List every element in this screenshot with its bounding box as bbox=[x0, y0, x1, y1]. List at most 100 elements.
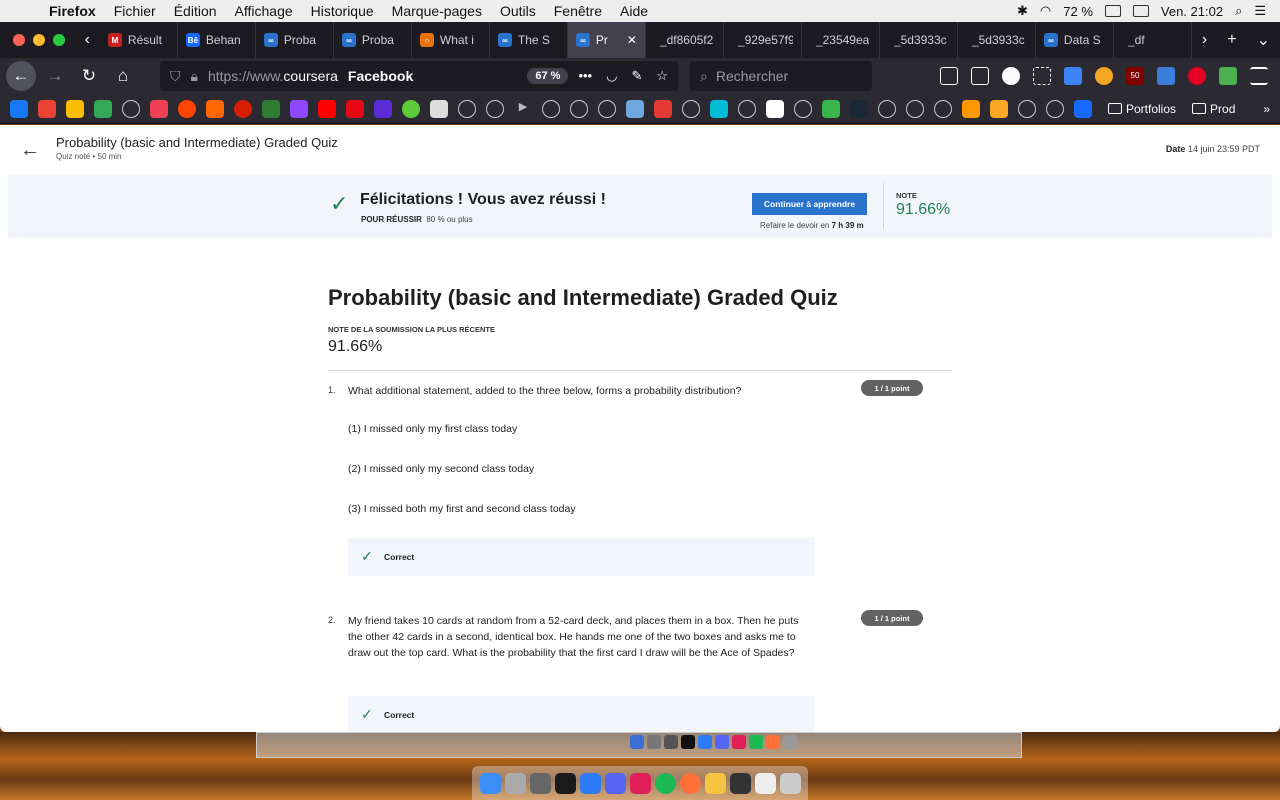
url-bar[interactable]: ⛉ 🔒︎ https://www.coursera Facebook 67 % … bbox=[160, 61, 678, 91]
bluetooth-icon[interactable]: ✱ bbox=[1017, 3, 1028, 19]
menu-historique[interactable]: Historique bbox=[302, 3, 383, 19]
lock-icon[interactable]: 🔒︎ bbox=[191, 68, 198, 85]
bookmark-globe-icon[interactable] bbox=[878, 99, 896, 118]
wifi-icon[interactable]: ◠ bbox=[1040, 3, 1051, 19]
sidebar-icon[interactable] bbox=[971, 67, 989, 85]
tab-10[interactable]: _5d3933c bbox=[880, 22, 958, 58]
menu-fichier[interactable]: Fichier bbox=[105, 3, 165, 19]
bookmark-behance-icon[interactable] bbox=[1074, 99, 1092, 118]
bookmark-steam-icon[interactable] bbox=[850, 99, 868, 118]
documents-icon[interactable] bbox=[754, 772, 776, 794]
launchpad-icon[interactable] bbox=[504, 772, 526, 794]
bookmark-globe-icon[interactable] bbox=[934, 99, 952, 118]
reload-button[interactable]: ↻ bbox=[74, 61, 104, 91]
tab-5[interactable]: ∞ The S bbox=[490, 22, 568, 58]
bookmark-drive-icon[interactable] bbox=[94, 99, 112, 118]
menu-affichage[interactable]: Affichage bbox=[226, 3, 302, 19]
maximize-window-icon[interactable] bbox=[53, 34, 65, 46]
bookmark-purple-icon[interactable] bbox=[374, 99, 392, 118]
app-store-icon[interactable] bbox=[579, 772, 601, 794]
bookmark-globe-icon[interactable] bbox=[1018, 99, 1036, 118]
close-tab-icon[interactable]: ✕ bbox=[627, 33, 637, 47]
firefox-icon[interactable] bbox=[679, 772, 701, 794]
discord-icon[interactable] bbox=[604, 772, 626, 794]
tab-0[interactable]: M Résult bbox=[100, 22, 178, 58]
ublock-extension-icon[interactable]: 50 bbox=[1126, 67, 1144, 85]
menu-marque-pages[interactable]: Marque-pages bbox=[383, 3, 491, 19]
bookmark-star-icon[interactable]: ☆ bbox=[656, 68, 668, 84]
bookmark-star-green-icon[interactable] bbox=[262, 99, 280, 118]
pinterest-extension-icon[interactable] bbox=[1188, 67, 1206, 85]
list-all-tabs-chevron-icon[interactable]: ⌄ bbox=[1247, 30, 1280, 50]
slack-icon[interactable] bbox=[732, 735, 746, 749]
discord-icon[interactable] bbox=[715, 735, 729, 749]
minimize-window-icon[interactable] bbox=[33, 34, 45, 46]
bookmark-youtube-icon[interactable] bbox=[318, 99, 336, 118]
search-bar[interactable]: ⌕ Rechercher bbox=[690, 61, 872, 91]
launchpad-icon[interactable] bbox=[647, 735, 661, 749]
library-icon[interactable] bbox=[940, 67, 958, 85]
tab-8[interactable]: _929e57f9 bbox=[724, 22, 802, 58]
control-center-icon[interactable]: ☰ bbox=[1254, 3, 1266, 19]
bookmark-globe-icon[interactable] bbox=[542, 99, 560, 118]
bookmark-square-icon[interactable] bbox=[710, 99, 728, 118]
pocket-icon[interactable]: ◡ bbox=[606, 68, 617, 84]
bookmark-globe-icon[interactable] bbox=[906, 99, 924, 118]
tab-13[interactable]: _df bbox=[1114, 22, 1192, 58]
bookmark-red-circle-icon[interactable] bbox=[234, 99, 252, 118]
bookmark-stripes-icon[interactable] bbox=[990, 99, 1008, 118]
tracking-shield-icon[interactable]: ⛉ bbox=[170, 68, 181, 85]
spotify-icon[interactable] bbox=[749, 735, 763, 749]
trash-icon[interactable] bbox=[779, 772, 801, 794]
bookmark-folder-prod[interactable]: Prod bbox=[1192, 102, 1235, 116]
bookmark-globe-icon[interactable] bbox=[794, 99, 812, 118]
menu-aide[interactable]: Aide bbox=[611, 3, 657, 19]
tab-1[interactable]: Bē Behan bbox=[178, 22, 256, 58]
bookmark-orange-icon[interactable] bbox=[962, 99, 980, 118]
terminal-icon[interactable] bbox=[681, 735, 695, 749]
tab-4[interactable]: ○ What i bbox=[412, 22, 490, 58]
settings-icon[interactable] bbox=[664, 735, 678, 749]
finder-icon[interactable] bbox=[630, 735, 644, 749]
downloads-icon[interactable] bbox=[704, 772, 726, 794]
bookmark-globe-icon[interactable] bbox=[738, 99, 756, 118]
forward-button[interactable]: → bbox=[40, 61, 70, 91]
bookmark-folder-portfolios[interactable]: Portfolios bbox=[1108, 102, 1176, 116]
menu-edition[interactable]: Édition bbox=[165, 3, 226, 19]
bookmark-photo-icon[interactable] bbox=[430, 99, 448, 118]
bookmark-globe-icon[interactable] bbox=[682, 99, 700, 118]
back-arrow-icon[interactable]: ← bbox=[20, 139, 40, 162]
account-icon[interactable] bbox=[1002, 67, 1020, 85]
bookmark-reddit-icon[interactable] bbox=[178, 99, 196, 118]
battery-percent[interactable]: 72 % bbox=[1063, 4, 1093, 19]
bookmark-play-icon[interactable] bbox=[402, 99, 420, 118]
menu-app-name[interactable]: Firefox bbox=[40, 3, 105, 19]
tab-scroll-left-icon[interactable]: ‹ bbox=[75, 31, 100, 49]
bookmark-keep-icon[interactable] bbox=[66, 99, 84, 118]
bookmark-globe-icon[interactable] bbox=[1046, 99, 1064, 118]
tab-scroll-right-icon[interactable]: › bbox=[1192, 31, 1217, 49]
app-menu-hamburger-icon[interactable] bbox=[1250, 67, 1268, 85]
home-button[interactable]: ⌂ bbox=[108, 61, 138, 91]
bookmark-gmail-icon[interactable] bbox=[38, 99, 56, 118]
close-window-icon[interactable] bbox=[13, 34, 25, 46]
battery-icon[interactable] bbox=[1104, 5, 1121, 17]
system-preferences-icon[interactable] bbox=[529, 772, 551, 794]
bookmark-white-square-icon[interactable] bbox=[766, 99, 784, 118]
slack-icon[interactable] bbox=[629, 772, 651, 794]
bookmark-green-icon[interactable] bbox=[822, 99, 840, 118]
zoom-level-badge[interactable]: 67 % bbox=[527, 68, 569, 84]
tab-9[interactable]: _23549ea bbox=[802, 22, 880, 58]
menu-outils[interactable]: Outils bbox=[491, 3, 545, 19]
tab-11[interactable]: _5d3933c bbox=[958, 22, 1036, 58]
terminal-icon[interactable] bbox=[554, 772, 576, 794]
more-bookmarks-chevron-icon[interactable]: » bbox=[1263, 102, 1280, 116]
firefox-icon[interactable] bbox=[766, 735, 780, 749]
bookmark-d-icon[interactable] bbox=[654, 99, 672, 118]
continue-learning-button[interactable]: Continuer à apprendre bbox=[752, 193, 867, 215]
page-actions-icon[interactable]: ••• bbox=[578, 68, 592, 84]
extension-grid-icon[interactable] bbox=[1033, 67, 1051, 85]
tab-7[interactable]: _df8605f2 bbox=[646, 22, 724, 58]
bookmark-tool-icon[interactable] bbox=[626, 99, 644, 118]
screenshot-icon[interactable]: ✎ bbox=[631, 68, 642, 84]
